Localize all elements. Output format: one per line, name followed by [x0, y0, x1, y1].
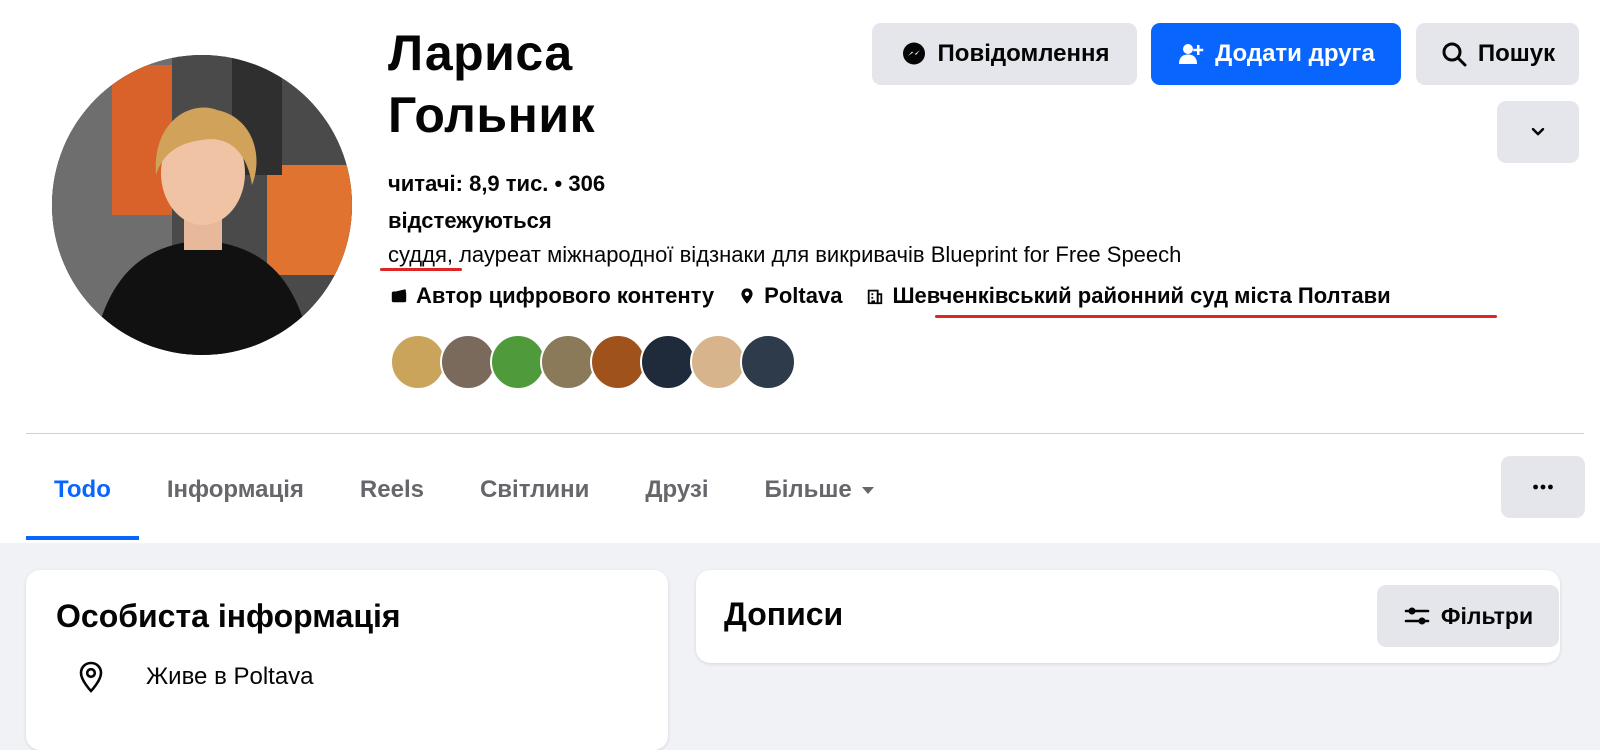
profile-options-button[interactable] — [1497, 101, 1579, 163]
tab-reels[interactable]: Reels — [332, 440, 452, 540]
lives-in-row: Живе в Poltava — [74, 660, 314, 694]
friend-avatar[interactable] — [690, 334, 746, 390]
about-card-title: Особиста інформація — [56, 598, 401, 634]
profile-bio: суддя, лауреат міжнародної відзнаки для … — [388, 240, 1181, 270]
tab-photos-label: Світлини — [479, 476, 590, 503]
detail-work-label: Шевченківський районний суд міста Полтав… — [892, 283, 1391, 308]
profile-avatar[interactable] — [52, 55, 352, 355]
message-button-label: Повідомлення — [937, 40, 1110, 67]
friend-avatar[interactable] — [440, 334, 496, 390]
detail-location-label: Poltava — [764, 283, 843, 308]
caret-down-icon — [861, 487, 874, 494]
add-user-icon — [1179, 44, 1204, 64]
building-icon — [868, 289, 883, 305]
tab-info-label: Інформація — [166, 476, 304, 503]
messenger-icon — [902, 42, 925, 65]
annotation-underline-work — [935, 315, 1497, 318]
tab-info[interactable]: Інформація — [139, 440, 332, 540]
tab-todo[interactable]: Todo — [26, 440, 139, 540]
more-horizontal-icon — [1533, 484, 1553, 490]
add-friend-button-label: Додати друга — [1215, 40, 1375, 67]
search-button[interactable]: Пошук — [1416, 23, 1579, 85]
posts-card: Дописи Фільтри — [696, 570, 1560, 663]
detail-work[interactable]: Шевченківський районний суд міста Полтав… — [866, 283, 1391, 309]
header-divider — [26, 433, 1584, 434]
friend-avatar[interactable] — [590, 334, 646, 390]
detail-category: Автор цифрового контенту — [390, 283, 714, 309]
filters-button-label: Фільтри — [1440, 602, 1534, 629]
bio-text: , лауреат міжнародної відзнаки для викри… — [446, 242, 1182, 267]
chevron-down-icon — [1531, 127, 1545, 136]
following-label: відстежуються — [388, 208, 552, 233]
filters-button[interactable]: Фільтри — [1377, 585, 1559, 647]
friend-avatar[interactable] — [740, 334, 796, 390]
tab-more[interactable]: Більше — [737, 440, 904, 540]
profile-photo — [52, 55, 352, 355]
profile-name: Лариса Гольник — [388, 22, 828, 146]
message-button[interactable]: Повідомлення — [872, 23, 1137, 85]
tab-reels-label: Reels — [359, 476, 424, 503]
detail-location[interactable]: Poltava — [738, 283, 842, 309]
posts-card-title: Дописи — [724, 596, 844, 632]
tab-friends-label: Друзі — [645, 476, 709, 503]
location-pin-icon — [741, 288, 753, 304]
profile-details: Автор цифрового контенту Poltava Шевченк… — [390, 283, 1391, 309]
profile-header: Лариса Гольник читачі: 8,9 тис. • 306 ві… — [0, 0, 1600, 543]
profile-name-line2: Гольник — [388, 87, 596, 143]
friend-avatar[interactable] — [640, 334, 696, 390]
annotation-underline-bio — [380, 268, 462, 271]
friend-avatar[interactable] — [490, 334, 546, 390]
tab-more-label: Більше — [764, 476, 852, 503]
tab-photos[interactable]: Світлини — [452, 440, 617, 540]
clapperboard-icon — [391, 289, 407, 303]
friend-avatar[interactable] — [390, 334, 446, 390]
profile-name-line1: Лариса — [388, 25, 573, 81]
profile-tabs: Todo Інформація Reels Світлини Друзі Біл… — [26, 440, 904, 540]
tabs-more-options-button[interactable] — [1501, 456, 1585, 518]
add-friend-button[interactable]: Додати друга — [1151, 23, 1401, 85]
filters-icon — [1404, 607, 1430, 625]
tab-todo-label: Todo — [54, 476, 111, 503]
tab-friends[interactable]: Друзі — [617, 440, 736, 540]
followers-count: читачі: 8,9 тис. • 306 — [388, 171, 606, 196]
search-button-label: Пошук — [1477, 40, 1556, 67]
friend-avatar[interactable] — [540, 334, 596, 390]
location-pin-outline-icon — [79, 661, 103, 693]
search-icon — [1442, 42, 1467, 67]
lives-in-text: Живе в Poltava — [146, 663, 314, 690]
detail-category-label: Автор цифрового контенту — [416, 283, 715, 308]
mutual-friends — [390, 334, 796, 390]
bio-highlight: суддя — [388, 242, 447, 267]
follower-stats[interactable]: читачі: 8,9 тис. • 306 відстежуються — [388, 165, 688, 239]
about-card: Особиста інформація Живе в Poltava — [26, 570, 668, 750]
